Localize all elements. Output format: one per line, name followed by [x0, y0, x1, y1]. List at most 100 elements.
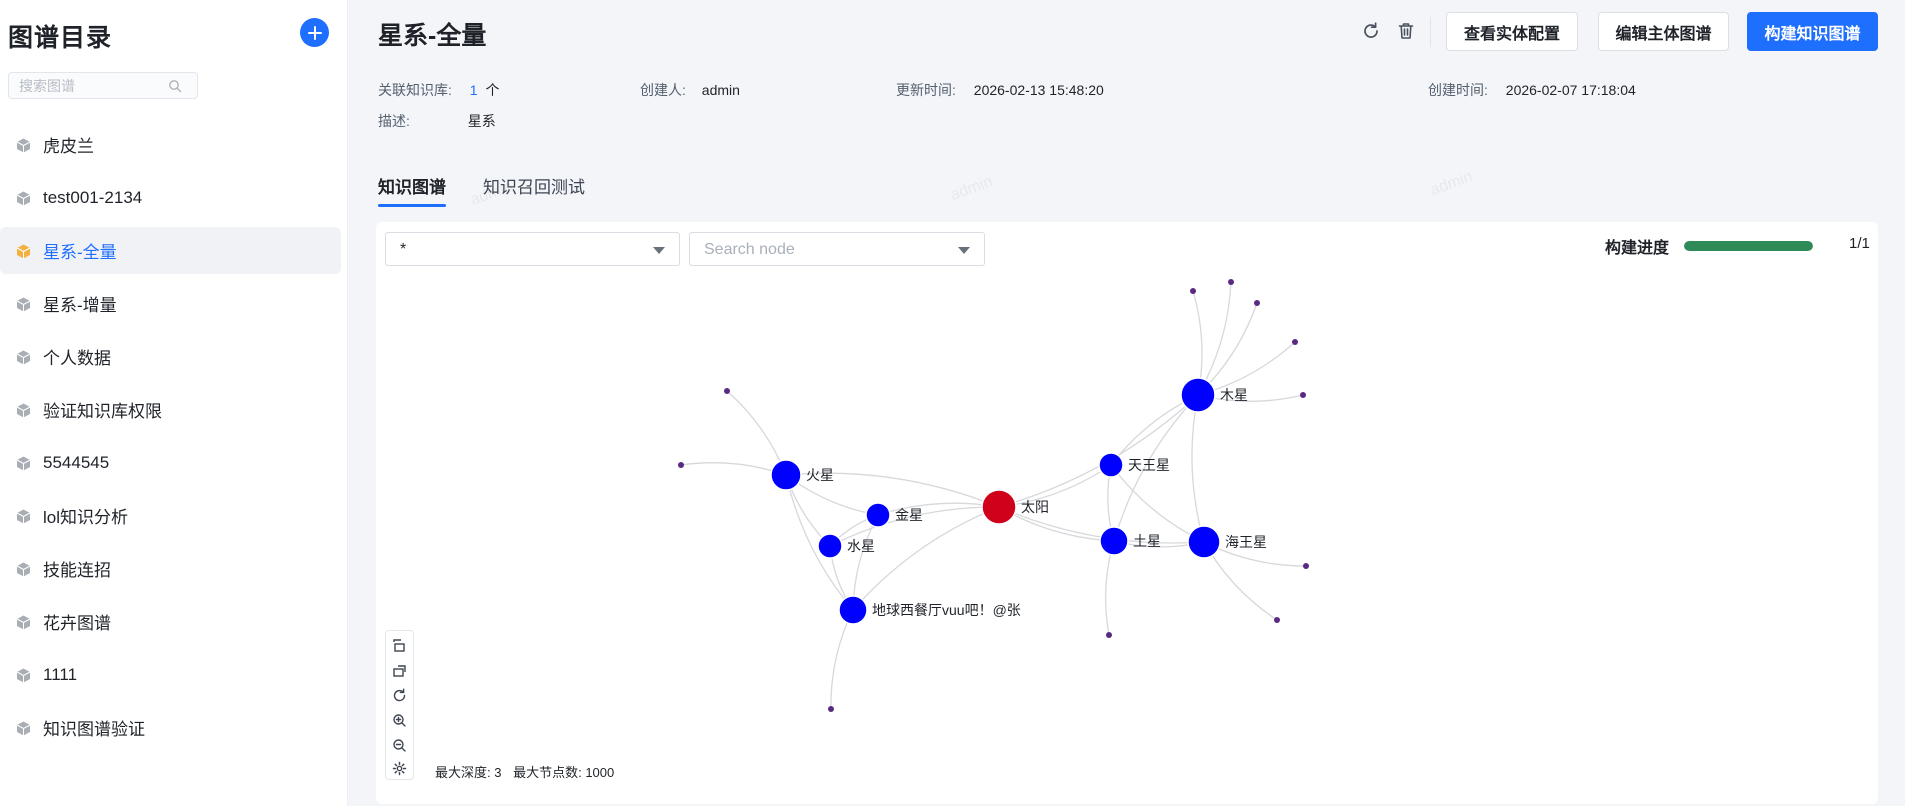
sidebar-item-label: 个人数据 — [43, 349, 111, 368]
settings-icon[interactable] — [391, 760, 408, 777]
sidebar-item-label: 验证知识库权限 — [43, 402, 162, 421]
sidebar-item[interactable]: 1111 — [0, 651, 341, 698]
graph-search-box — [8, 72, 198, 99]
desc-label: 描述: — [378, 113, 410, 129]
cube-icon — [16, 668, 31, 683]
graph-leaf-node[interactable] — [1254, 300, 1260, 306]
graph-panel: 太阳 木星 天王星 火星 金星 水星 土星 海王星 地球西餐厅vuu吧！@张 * Search … — [376, 222, 1878, 804]
kb-count-link[interactable]: 1 — [470, 82, 478, 98]
sidebar-item[interactable]: 星系-全量 — [0, 227, 341, 274]
graph-node-label: 天王星 — [1128, 457, 1170, 473]
view-entity-config-button[interactable]: 查看实体配置 — [1446, 12, 1578, 51]
graph-edge — [998, 464, 1112, 508]
graph-node-label: 水星 — [847, 538, 875, 554]
tab-active-indicator — [378, 204, 446, 207]
kb-label: 关联知识库: — [378, 82, 452, 98]
cube-icon — [16, 509, 31, 524]
sidebar-item[interactable]: 验证知识库权限 — [0, 386, 341, 433]
tab-knowledge-graph[interactable]: 知识图谱 — [378, 173, 446, 198]
graph-node-earth[interactable] — [838, 595, 868, 625]
sidebar-item-label: 1111 — [43, 664, 78, 684]
toolbar-divider — [1430, 17, 1431, 47]
cube-icon — [16, 191, 31, 206]
node-search-placeholder: Search node — [704, 241, 795, 258]
graph-leaf-node[interactable] — [828, 706, 834, 712]
collapse-icon[interactable] — [391, 662, 408, 679]
graph-search-input[interactable] — [19, 77, 169, 95]
sidebar-item[interactable]: 知识图谱验证 — [0, 704, 341, 751]
delete-icon[interactable] — [1395, 20, 1417, 42]
build-progress-fill — [1684, 241, 1813, 251]
sidebar-item-label: 星系-全量 — [43, 243, 117, 262]
cube-icon — [16, 721, 31, 736]
search-icon[interactable] — [168, 79, 182, 93]
sidebar: 图谱目录 虎皮兰 test001-2134 星系-全量星系-增量个人数据验证知识库权… — [0, 0, 348, 806]
sidebar-item[interactable]: test001-2134 — [0, 174, 341, 221]
created-label: 创建时间: — [1428, 82, 1488, 98]
graph-node-mercury[interactable] — [817, 533, 843, 559]
main-content: 星系-全量 查看实体配置 编辑主体图谱 构建知识图谱 关联知识库: 1 个 创建… — [348, 0, 1905, 806]
graph-leaf-node[interactable] — [1190, 288, 1196, 294]
expand-icon[interactable] — [391, 637, 408, 654]
graph-zoom-toolbar — [385, 630, 414, 780]
sidebar-title: 图谱目录 — [8, 24, 113, 52]
sidebar-item[interactable]: 5544545 — [0, 439, 341, 486]
reset-icon[interactable] — [391, 687, 408, 704]
graph-node-jupiter[interactable] — [1180, 377, 1216, 413]
sidebar-item[interactable]: 技能连招 — [0, 545, 341, 592]
graph-leaf-node[interactable] — [724, 388, 730, 394]
refresh-icon[interactable] — [1360, 20, 1382, 42]
sidebar-item[interactable]: 花卉图谱 — [0, 598, 341, 645]
build-progress-bar — [1684, 241, 1813, 251]
graph-node-label: 地球西餐厅vuu吧！@张 — [872, 602, 1021, 618]
graph-edge — [1110, 464, 1205, 543]
graph-list: 虎皮兰 test001-2134 星系-全量星系-增量个人数据验证知识库权限 5544… — [0, 121, 348, 757]
build-graph-button[interactable]: 构建知识图谱 — [1747, 12, 1878, 51]
kb-meta: 关联知识库: 1 个 — [378, 80, 499, 100]
graph-node-uranus[interactable] — [1098, 452, 1124, 478]
entity-filter-select[interactable]: * — [385, 232, 680, 266]
graph-leaf-node[interactable] — [1106, 632, 1112, 638]
sidebar-item-label: 5544545 — [43, 452, 110, 472]
graph-leaf-node[interactable] — [1292, 339, 1298, 345]
max-depth-label: 最大深度: 3 — [435, 765, 502, 780]
updated-label: 更新时间: — [896, 82, 956, 98]
graph-node-label: 海王星 — [1225, 534, 1267, 550]
graph-leaf-node[interactable] — [1303, 563, 1309, 569]
desc-value: 星系 — [467, 113, 496, 129]
graph-node-label: 火星 — [806, 467, 834, 483]
zoom-in-icon[interactable] — [391, 712, 408, 729]
edit-schema-button[interactable]: 编辑主体图谱 — [1598, 12, 1729, 51]
graph-node-neptune[interactable] — [1187, 525, 1221, 559]
graph-leaf-node[interactable] — [678, 462, 684, 468]
cube-icon — [16, 244, 31, 259]
cube-icon — [16, 456, 31, 471]
graph-leaf-node[interactable] — [1300, 392, 1306, 398]
graph-node-label: 木星 — [1220, 387, 1248, 403]
sidebar-item[interactable]: 星系-增量 — [0, 280, 341, 327]
sidebar-item[interactable]: lol知识分析 — [0, 492, 341, 539]
graph-canvas[interactable]: 太阳 木星天王星火星金星水星 土星 海王星地球西餐厅vuu吧！@张 — [376, 222, 1878, 804]
node-search-select[interactable]: Search node — [689, 232, 985, 266]
sidebar-item[interactable]: 虎皮兰 — [0, 121, 341, 168]
build-progress-count: 1/1 — [1849, 235, 1870, 252]
build-progress-label: 构建进度 — [1605, 240, 1670, 257]
graph-node-mars[interactable] — [770, 459, 802, 491]
graph-leaf-node[interactable] — [1228, 279, 1234, 285]
graph-node-label: 土星 — [1133, 533, 1161, 549]
graph-node-venus[interactable] — [865, 502, 891, 528]
desc-meta: 描述: 星系 — [378, 111, 496, 131]
sidebar-item[interactable]: 个人数据 — [0, 333, 341, 380]
created-value: 2026-02-07 17:18:04 — [1505, 82, 1636, 98]
sidebar-item-label: 知识图谱验证 — [43, 720, 145, 739]
cube-icon — [16, 297, 31, 312]
tab-recall-test[interactable]: 知识召回测试 — [483, 173, 585, 198]
graph-leaf-node[interactable] — [1274, 617, 1280, 623]
zoom-out-icon[interactable] — [391, 737, 408, 754]
chevron-down-icon — [958, 247, 970, 254]
updated-value: 2026-02-13 15:48:20 — [973, 82, 1104, 98]
graph-node-sun[interactable] — [981, 489, 1017, 525]
page-title: 星系-全量 — [378, 22, 487, 50]
graph-node-saturn[interactable] — [1099, 526, 1129, 556]
add-graph-button[interactable] — [300, 18, 329, 47]
